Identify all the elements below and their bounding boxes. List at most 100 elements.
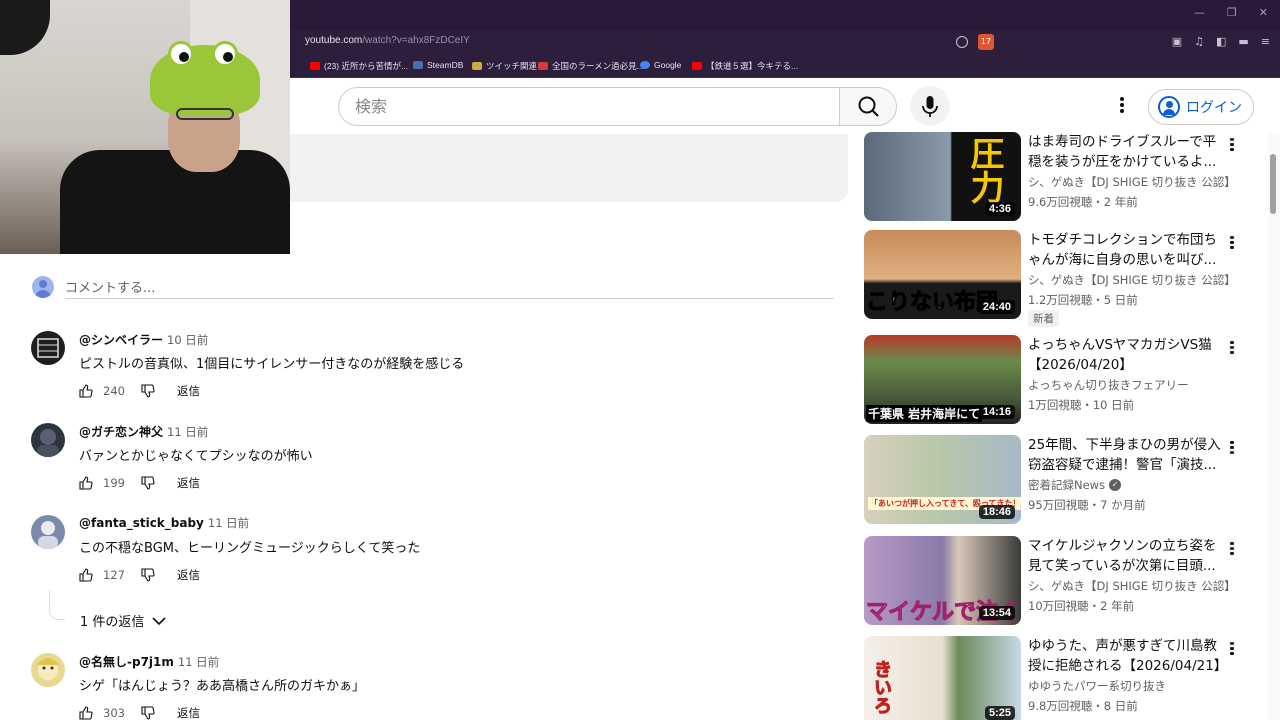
google-icon (640, 61, 650, 69)
bookmark-item[interactable]: SteamDB (413, 60, 463, 70)
video-options-kebab-icon[interactable] (1228, 640, 1236, 660)
video-title[interactable]: トモダチコレクションで布団ちゃんが海に自身の思いを叫び... (1028, 230, 1228, 270)
recommended-video[interactable]: 圧力 4:36 はま寿司のドライブスルーで平穏を装うが圧をかけているよ... シ… (864, 132, 1254, 224)
reply-button[interactable]: 返信 (177, 705, 200, 720)
channel-name[interactable]: 密着記録News ✓ (1028, 477, 1122, 493)
search-input[interactable]: 検索 (338, 87, 840, 126)
comment-time[interactable]: 11 日前 (208, 516, 249, 530)
comment-author[interactable]: @ガチ恋ン神父 11 日前 (79, 423, 208, 440)
avatar[interactable] (31, 423, 65, 457)
comment-input[interactable]: コメントする... (65, 277, 155, 296)
frog-eye (168, 41, 194, 67)
video-thumbnail[interactable]: こりない布団 24:40 (864, 230, 1021, 319)
recommended-video[interactable]: マイケルで泣く 13:54 マイケルジャクソンの立ち姿を見て笑っているが次第に目… (864, 536, 1254, 628)
replies-toggle-button[interactable]: 1 件の返信 (80, 611, 166, 630)
ramen-icon (538, 62, 548, 70)
channel-name[interactable]: シ、ゲぬき【DJ SHIGE 切り抜き 公認】 (1028, 174, 1236, 190)
maximize-icon[interactable]: ❐ (1227, 6, 1237, 19)
channel-name[interactable]: ゆゆうたパワー系切り抜き (1028, 678, 1166, 694)
search-button[interactable] (839, 87, 897, 126)
like-icon[interactable] (79, 706, 93, 720)
video-options-kebab-icon[interactable] (1228, 234, 1236, 254)
video-meta: 1万回視聴・10 日前 (1028, 398, 1135, 412)
bookmark-item[interactable]: ツイッチ関連 (472, 60, 537, 72)
avatar[interactable] (31, 515, 65, 549)
sidebar-icon[interactable]: ◧ (1216, 35, 1226, 48)
zoom-icon[interactable] (956, 36, 968, 48)
microphone-arm (0, 0, 50, 55)
voice-search-button[interactable] (910, 86, 950, 126)
channel-name[interactable]: シ、ゲぬき【DJ SHIGE 切り抜き 公認】 (1028, 272, 1236, 288)
reply-button[interactable]: 返信 (177, 475, 200, 491)
comment-text: ピストルの音真似、1個目にサイレンサー付きなのが経験を感じる (79, 357, 465, 372)
comment-author[interactable]: @fanta_stick_baby 11 日前 (79, 515, 249, 531)
bookmark-label: ツイッチ関連 (486, 61, 538, 71)
video-title[interactable]: よっちゃんVSヤマカガシVS猫【2026/04/20】 (1028, 335, 1228, 375)
author-name[interactable]: @ガチ恋ン神父 (79, 425, 163, 439)
video-title[interactable]: ゆゆうた、声が悪すぎて川島教授に拒絶される【2026/04/21】 (1028, 636, 1228, 676)
comment-author[interactable]: @名無し-p7j1m 11 日前 (79, 653, 219, 670)
video-options-kebab-icon[interactable] (1228, 136, 1236, 156)
bookmark-item[interactable]: Google (640, 60, 681, 70)
video-meta: 9.6万回視聴・2 年前 (1028, 195, 1138, 209)
close-icon[interactable]: ✕ (1259, 6, 1268, 19)
like-icon[interactable] (79, 384, 93, 398)
brave-shield-icon[interactable]: 17 (978, 34, 994, 50)
avatar (32, 276, 54, 298)
recommended-video[interactable]: 「あいつが押し入ってきて、殴ってきた！」 18:46 25年間、下半身まひの男が… (864, 435, 1254, 527)
video-thumbnail[interactable]: マイケルで泣く 13:54 (864, 536, 1021, 625)
comment-time[interactable]: 10 日前 (167, 333, 208, 347)
comment-actions: 199 返信 (79, 475, 200, 491)
menu-icon[interactable]: ≡ (1261, 35, 1270, 48)
video-options-kebab-icon[interactable] (1228, 540, 1236, 560)
bookmark-item[interactable]: 【鉄道５選】今キテる... (692, 60, 798, 72)
reply-button[interactable]: 返信 (177, 383, 200, 399)
dislike-icon[interactable] (141, 568, 155, 582)
recommended-video[interactable]: こりない布団 24:40 トモダチコレクションで布団ちゃんが海に自身の思いを叫び… (864, 230, 1254, 327)
bookmark-label: 【鉄道５選】今キテる... (706, 61, 799, 71)
settings-kebab-icon[interactable] (1112, 95, 1132, 119)
login-button[interactable]: ログイン (1148, 89, 1254, 125)
wallet-icon[interactable]: ▬ (1238, 35, 1248, 48)
dislike-icon[interactable] (141, 706, 155, 720)
channel-name[interactable]: シ、ゲぬき【DJ SHIGE 切り抜き 公認】 (1028, 578, 1236, 594)
video-title[interactable]: はま寿司のドライブスルーで平穏を装うが圧をかけているよ... (1028, 132, 1228, 172)
comment-author[interactable]: @シンベイラー 10 日前 (79, 331, 208, 348)
page-scrollbar[interactable] (1268, 134, 1280, 720)
comment-time[interactable]: 11 日前 (167, 425, 208, 439)
video-title[interactable]: 25年間、下半身まひの男が侵入窃盗容疑で逮捕！警官「演技... (1028, 435, 1228, 475)
dislike-icon[interactable] (141, 476, 155, 490)
channel-name[interactable]: よっちゃん切り抜きフェアリー (1028, 377, 1189, 393)
author-name[interactable]: @シンベイラー (79, 333, 163, 347)
comment-input-underline (65, 298, 834, 299)
like-icon[interactable] (79, 568, 93, 582)
recommended-video[interactable]: 千葉県 岩井海岸にて 14:16 よっちゃんVSヤマカガシVS猫【2026/04… (864, 335, 1254, 427)
description-box[interactable] (250, 134, 848, 202)
like-icon[interactable] (79, 476, 93, 490)
music-icon[interactable]: ♫ (1194, 35, 1204, 48)
avatar[interactable] (31, 653, 65, 687)
bookmark-item[interactable]: 全国のラーメン過必見... (538, 60, 644, 72)
video-options-kebab-icon[interactable] (1228, 439, 1236, 459)
comment-time[interactable]: 11 日前 (178, 655, 219, 669)
video-thumbnail[interactable]: 千葉県 岩井海岸にて 14:16 (864, 335, 1021, 424)
url-text[interactable]: youtube.com/watch?v=ahx8FzDCeIY (305, 35, 470, 46)
author-name[interactable]: @fanta_stick_baby (79, 516, 204, 530)
reply-button[interactable]: 返信 (177, 567, 200, 583)
video-duration: 24:40 (978, 300, 1015, 314)
streamer-glasses (176, 108, 234, 120)
video-thumbnail[interactable]: きいろ 5:25 (864, 636, 1021, 720)
channel-label: 密着記録News (1028, 478, 1106, 492)
screenshot-icon[interactable]: ▣ (1172, 35, 1182, 48)
dislike-icon[interactable] (141, 384, 155, 398)
minimize-icon[interactable]: — (1194, 6, 1205, 19)
scrollbar-thumb[interactable] (1270, 154, 1276, 214)
avatar[interactable] (31, 331, 65, 365)
video-title[interactable]: マイケルジャクソンの立ち姿を見て笑っているが次第に目頭... (1028, 536, 1228, 576)
author-name[interactable]: @名無し-p7j1m (79, 655, 174, 669)
video-options-kebab-icon[interactable] (1228, 339, 1236, 359)
video-thumbnail[interactable]: 「あいつが押し入ってきて、殴ってきた！」 18:46 (864, 435, 1021, 524)
video-thumbnail[interactable]: 圧力 4:36 (864, 132, 1021, 221)
bookmark-item[interactable]: (23) 近所から苦情が... (310, 60, 408, 72)
recommended-video[interactable]: きいろ 5:25 ゆゆうた、声が悪すぎて川島教授に拒絶される【2026/04/2… (864, 636, 1254, 720)
